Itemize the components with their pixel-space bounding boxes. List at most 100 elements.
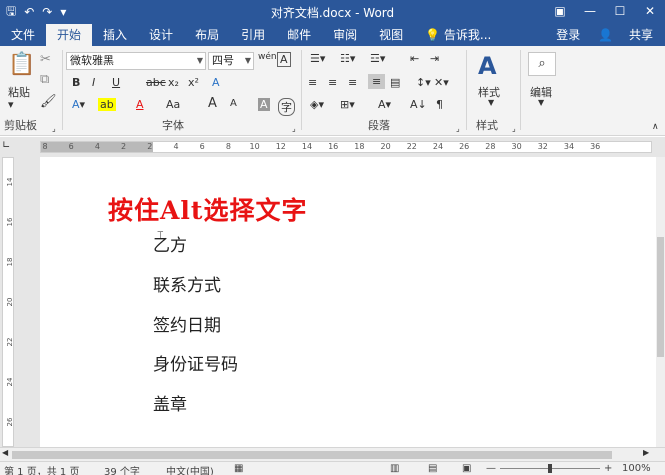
tab-home[interactable]: 开始 — [46, 24, 93, 46]
web-layout-icon[interactable]: ▣ — [462, 463, 471, 474]
undo-icon[interactable]: ↶ — [24, 5, 34, 19]
read-mode-icon[interactable]: ▥ — [390, 463, 399, 474]
status-bar: 第 1 页，共 1 页 39 个字 中文(中国) ▦ ▥ ▤ ▣ — + 100… — [0, 461, 665, 475]
paragraph-launcher-icon[interactable]: ⌟ — [456, 124, 460, 133]
phonetic-guide-icon[interactable]: wén — [258, 52, 277, 62]
zoom-in-icon[interactable]: + — [604, 463, 612, 474]
character-border-icon[interactable]: A — [277, 52, 291, 67]
strikethrough-button[interactable]: abc — [146, 76, 166, 89]
tab-design[interactable]: 设计 — [138, 24, 184, 46]
increase-indent-icon[interactable]: ⇥ — [430, 52, 439, 65]
ribbon-display-icon[interactable]: ▣ — [545, 0, 575, 24]
document-line[interactable]: 联系方式 — [153, 271, 221, 296]
customize-icon[interactable]: ▾ — [60, 5, 66, 19]
tab-view[interactable]: 视图 — [368, 24, 414, 46]
chevron-down-icon: ▼ — [244, 56, 251, 65]
change-case-button[interactable]: Aa — [166, 98, 180, 111]
italic-button[interactable]: I — [92, 76, 95, 89]
document-line[interactable]: 盖章 — [153, 390, 187, 415]
tab-selector-icon[interactable]: ∟ — [2, 140, 10, 151]
highlight-icon[interactable]: ab — [98, 98, 116, 111]
tab-file[interactable]: 文件 — [0, 24, 46, 46]
tell-me-box[interactable]: 💡 告诉我... — [414, 24, 502, 46]
tab-layout[interactable]: 布局 — [184, 24, 230, 46]
macro-icon[interactable]: ▦ — [234, 463, 243, 474]
print-layout-icon[interactable]: ▤ — [428, 463, 437, 474]
underline-button[interactable]: U — [112, 76, 120, 89]
page-count[interactable]: 第 1 页，共 1 页 — [4, 463, 79, 475]
clipboard-launcher-icon[interactable]: ⌟ — [52, 124, 56, 133]
styles-launcher-icon[interactable]: ⌟ — [512, 124, 516, 133]
styles-icon[interactable]: A — [478, 52, 497, 80]
grow-font-button[interactable]: A — [208, 96, 217, 111]
multilevel-list-icon[interactable]: ☲▾ — [370, 52, 385, 65]
separator — [520, 50, 521, 130]
sort-icon[interactable]: A↓ — [410, 98, 427, 111]
paste-icon[interactable]: 📋 — [8, 52, 35, 77]
close-icon[interactable]: ✕ — [635, 0, 665, 24]
collapse-ribbon-icon[interactable]: ∧ — [652, 122, 659, 132]
vertical-ruler[interactable]: 14 16 18 20 22 24 26 — [0, 157, 16, 447]
scroll-right-icon[interactable]: ▶ — [643, 448, 649, 457]
quick-access-toolbar: 🖫 ↶ ↷ ▾ — [6, 2, 66, 22]
borders-icon[interactable]: ⊞▾ — [340, 98, 355, 111]
asian-layout-icon[interactable]: A▾ — [378, 98, 391, 111]
minimize-icon[interactable]: — — [575, 0, 605, 24]
font-size-combo[interactable]: 四号 ▼ — [208, 52, 254, 70]
font-group-label: 字体 — [162, 119, 184, 132]
line-spacing-icon[interactable]: ↕▾ — [416, 76, 431, 89]
save-icon[interactable]: 🖫 — [6, 2, 16, 23]
document-line[interactable]: 身份证号码 — [153, 350, 238, 375]
zoom-out-icon[interactable]: — — [486, 463, 496, 474]
ruler-number: 32 — [537, 142, 548, 151]
word-count[interactable]: 39 个字 — [104, 463, 140, 475]
document-heading[interactable]: 按住Alt选择文字 — [108, 191, 307, 227]
horizontal-ruler[interactable]: ∟ 8 6 4 2 2 4 6 8 10 12 14 16 18 20 22 24 26 28 30 32 34 36 — [0, 137, 665, 157]
scroll-thumb[interactable] — [657, 237, 664, 357]
bullets-icon[interactable]: ☰▾ — [310, 52, 325, 65]
show-marks-icon[interactable]: ¶ — [436, 98, 443, 111]
cut-icon[interactable]: ✂ — [40, 52, 51, 67]
align-left-icon[interactable]: ≡ — [308, 76, 317, 89]
format-painter-icon[interactable]: 🖌 — [40, 94, 57, 109]
scroll-left-icon[interactable]: ◀ — [2, 448, 8, 457]
redo-icon[interactable]: ↷ — [42, 5, 52, 19]
character-shading-icon[interactable]: A — [258, 98, 270, 111]
zoom-slider-thumb[interactable] — [548, 464, 552, 473]
copy-icon[interactable]: ⧉ — [40, 72, 49, 87]
horizontal-scrollbar[interactable]: ◀ ▶ — [0, 447, 665, 461]
font-name-combo[interactable]: 微软雅黑 ▼ — [66, 52, 206, 70]
align-center-icon[interactable]: ≡ — [328, 76, 337, 89]
document-line[interactable]: 签约日期 — [153, 311, 221, 336]
align-right-icon[interactable]: ≡ — [348, 76, 357, 89]
paste-dropdown-icon[interactable]: ▾ — [8, 98, 14, 111]
scroll-thumb[interactable] — [12, 451, 612, 459]
font-color-icon[interactable]: A — [136, 98, 144, 111]
bold-button[interactable]: B — [72, 76, 80, 89]
superscript-button[interactable]: x² — [188, 76, 199, 89]
distributed-icon[interactable]: ▤ — [390, 76, 400, 89]
font-launcher-icon[interactable]: ⌟ — [292, 124, 296, 133]
tab-review[interactable]: 审阅 — [322, 24, 368, 46]
tab-insert[interactable]: 插入 — [92, 24, 138, 46]
text-effects-button[interactable]: A▾ — [72, 98, 85, 111]
maximize-icon[interactable]: ☐ — [605, 0, 635, 24]
decrease-indent-icon[interactable]: ⇤ — [410, 52, 419, 65]
enclose-characters-icon[interactable]: 字 — [278, 98, 295, 116]
shrink-font-button[interactable]: A — [230, 98, 237, 109]
share-button[interactable]: 👤 共享 — [586, 24, 665, 46]
signin-link[interactable]: 登录 — [550, 24, 586, 46]
subscript-button[interactable]: x₂ — [168, 76, 179, 89]
search-icon[interactable]: ⌕ — [528, 52, 556, 76]
zoom-level[interactable]: 100% — [622, 463, 651, 474]
text-effects-icon[interactable]: A — [212, 76, 220, 89]
language-indicator[interactable]: 中文(中国) — [166, 463, 214, 475]
justify-icon[interactable]: ≡ — [368, 74, 386, 89]
tab-mailings[interactable]: 邮件 — [276, 24, 322, 46]
numbering-icon[interactable]: ☷▾ — [340, 52, 355, 65]
chinese-layout-icon[interactable]: ✕▾ — [434, 76, 449, 89]
vertical-scrollbar[interactable] — [656, 157, 665, 447]
document-page[interactable]: 按住Alt选择文字 乙方 联系方式 签约日期 身份证号码 盖章 ⌶ — [40, 157, 660, 447]
tab-references[interactable]: 引用 — [230, 24, 276, 46]
shading-icon[interactable]: ◈▾ — [310, 98, 324, 111]
